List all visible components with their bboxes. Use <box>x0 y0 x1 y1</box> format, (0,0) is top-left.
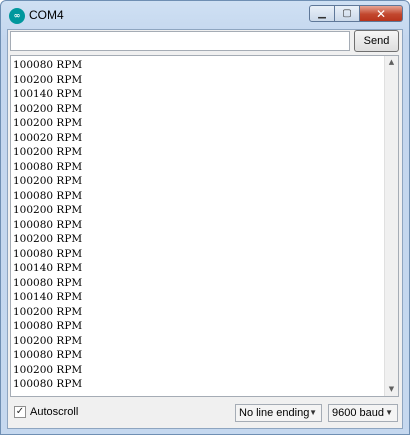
send-button[interactable]: Send <box>354 30 399 52</box>
output-line: 100200 RPM <box>13 175 83 187</box>
output-line: 100140 RPM <box>13 262 83 274</box>
output-line: 100080 RPM <box>13 276 83 289</box>
maximize-button[interactable]: ▢ <box>335 5 360 22</box>
line-ending-value: No line ending <box>239 407 310 419</box>
output-line: 100200 RPM <box>13 305 83 318</box>
scroll-up-arrow-icon[interactable]: ▲ <box>385 56 398 69</box>
checkmark-icon: ✓ <box>15 406 25 417</box>
client-area: Send 100080 RPM 100200 RPM 100140 RPM 10020… <box>7 29 403 429</box>
chevron-down-icon: ▼ <box>309 408 317 417</box>
chevron-down-icon: ▼ <box>385 408 393 417</box>
bottom-bar: ✓ Autoscroll No line ending ▼ 9600 baud … <box>8 400 402 426</box>
output-line: 100140 RPM <box>13 88 83 100</box>
output-line: 100200 RPM <box>13 73 83 86</box>
send-input[interactable] <box>10 31 350 51</box>
output-line: 100200 RPM <box>13 363 83 376</box>
scroll-down-arrow-icon[interactable]: ▼ <box>385 383 398 396</box>
output-line: 100200 RPM <box>13 204 83 216</box>
output-line: 100080 RPM <box>13 59 83 71</box>
autoscroll-label: Autoscroll <box>30 406 79 418</box>
title-bar[interactable]: ∞ COM4 ▁ ▢ ✕ <box>1 1 409 29</box>
line-ending-select[interactable]: No line ending ▼ <box>235 404 322 422</box>
output-line: 100200 RPM <box>13 233 83 245</box>
window-title: COM4 <box>29 8 64 22</box>
serial-monitor-window: ∞ COM4 ▁ ▢ ✕ Send 100080 RPM 100200 RPM 10… <box>0 0 410 435</box>
close-button[interactable]: ✕ <box>360 5 403 22</box>
output-line: 100080 RPM <box>13 189 83 202</box>
minimize-button[interactable]: ▁ <box>309 5 335 22</box>
output-line: 100080 RPM <box>13 160 83 173</box>
output-lines: 100080 RPM 100200 RPM 100140 RPM 100200 RPM… <box>13 58 384 392</box>
baud-rate-select[interactable]: 9600 baud ▼ <box>328 404 398 422</box>
output-line: 100140 RPM <box>13 291 83 303</box>
output-line: 100200 RPM <box>13 102 83 115</box>
output-line: 100020 RPM <box>13 131 83 144</box>
output-line: 100080 RPM <box>13 247 83 260</box>
output-line: 100200 RPM <box>13 117 83 129</box>
vertical-scrollbar[interactable]: ▲ ▼ <box>384 56 398 396</box>
baud-rate-value: 9600 baud <box>332 407 384 419</box>
serial-output[interactable]: 100080 RPM 100200 RPM 100140 RPM 100200 RPM… <box>10 55 399 397</box>
autoscroll-checkbox[interactable]: ✓ <box>14 406 26 418</box>
arduino-icon: ∞ <box>9 8 25 24</box>
output-line: 100080 RPM <box>13 349 83 361</box>
output-line: 100080 RPM <box>13 218 83 231</box>
output-line: 100080 RPM <box>13 320 83 332</box>
output-line: 100200 RPM <box>13 146 83 158</box>
output-line: 100080 RPM <box>13 378 83 390</box>
window-controls: ▁ ▢ ✕ <box>309 5 403 23</box>
output-line: 100200 RPM <box>13 334 83 347</box>
